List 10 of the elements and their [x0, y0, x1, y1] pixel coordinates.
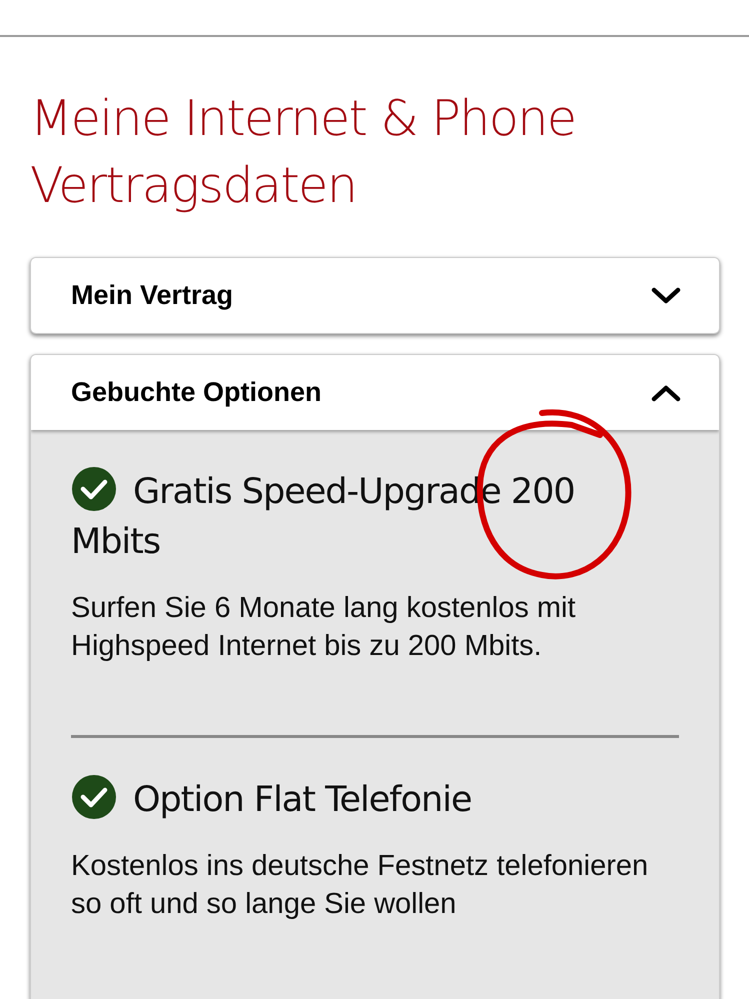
- option-description: Surfen Sie 6 Monate lang kostenlos mit Highspeed Internet bis zu 200 Mbits.: [71, 591, 577, 664]
- option-description: Kostenlos ins deutsche Festnetz telefonieren so oft und so lange Sie wollen: [71, 849, 650, 922]
- option-title: Option Flat Telefonie: [71, 774, 611, 825]
- chevron-up-icon: [651, 384, 681, 402]
- check-icon: [71, 774, 117, 820]
- page-title: Meine Internet & Phone Vertragsdaten: [30, 89, 577, 216]
- accordion-header[interactable]: Gebuchte Optionen: [31, 355, 719, 430]
- chevron-down-icon: [651, 286, 681, 304]
- check-icon: [71, 466, 117, 512]
- accordion-header[interactable]: Mein Vertrag: [31, 258, 719, 333]
